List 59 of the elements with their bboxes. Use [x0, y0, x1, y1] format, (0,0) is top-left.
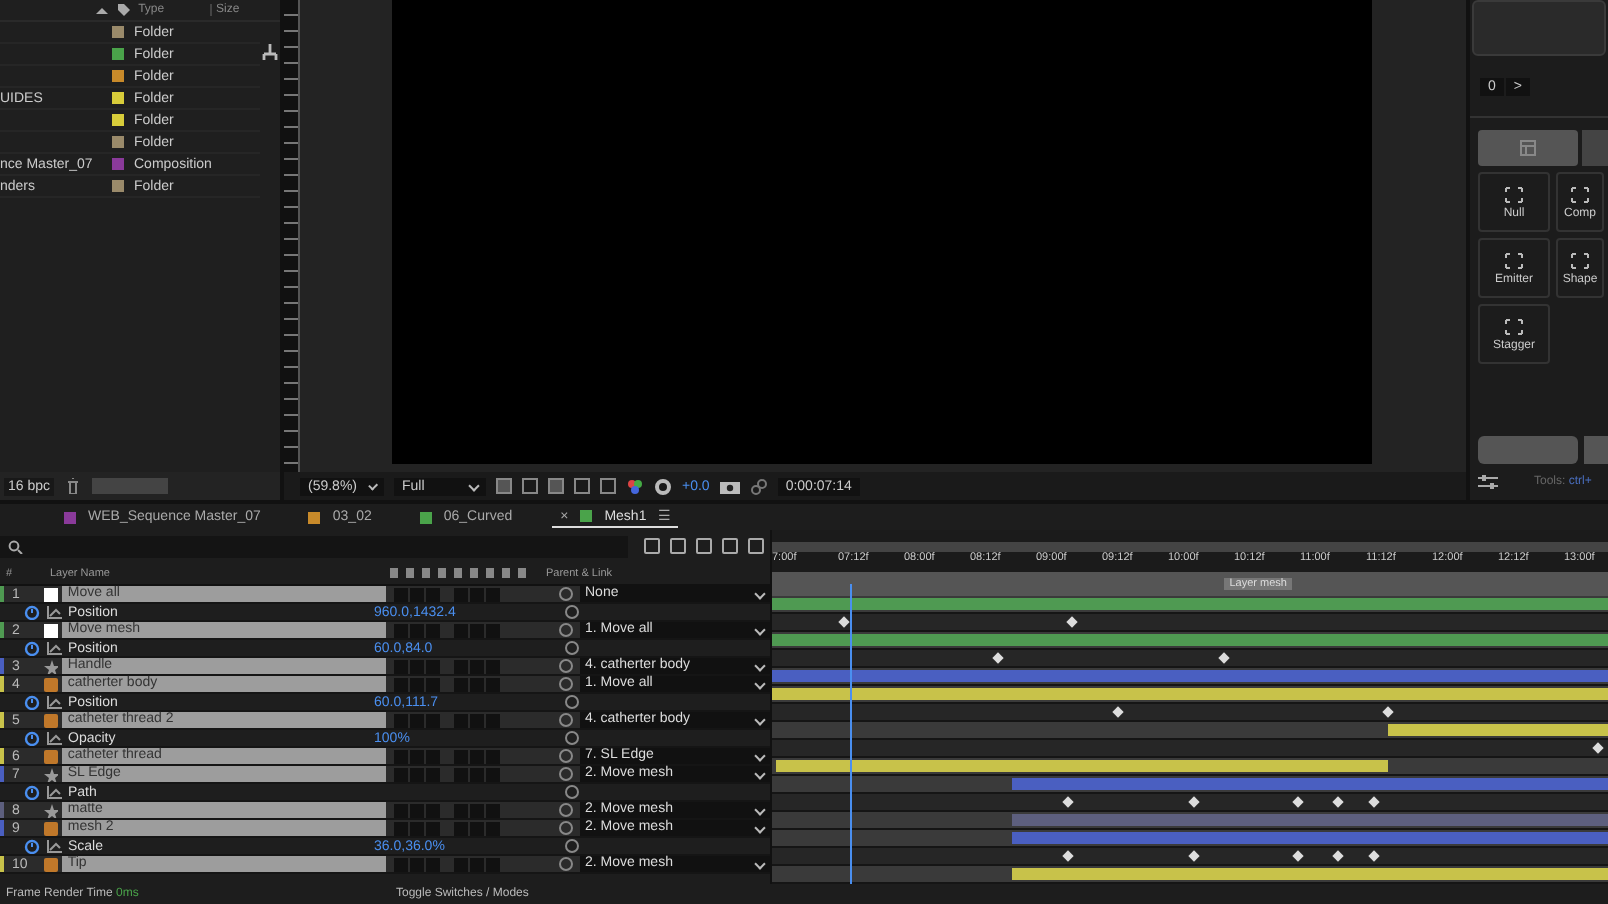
search-icon [8, 539, 26, 553]
stopwatch-icon[interactable] [24, 604, 40, 620]
graph-icon[interactable] [46, 785, 62, 799]
color-channels-icon[interactable] [626, 477, 644, 495]
layout-icon [1520, 140, 1536, 156]
keyframe-icon[interactable] [1331, 850, 1343, 862]
frame-corners-icon [1504, 185, 1524, 203]
gear-icon[interactable] [654, 477, 672, 495]
panel-background [1472, 0, 1606, 56]
frame-corners-icon [1570, 251, 1590, 269]
keyframe-icon[interactable] [1381, 706, 1393, 718]
keyframe-icon[interactable] [1187, 796, 1199, 808]
trash-icon[interactable] [66, 478, 81, 494]
search-field[interactable] [0, 535, 628, 557]
footage-layer-icon [43, 821, 58, 835]
frame-corners-icon [1504, 317, 1524, 335]
keyframe-icon[interactable] [838, 616, 850, 628]
star-icon [43, 803, 58, 817]
flowchart-icon[interactable] [260, 44, 280, 60]
sliders-icon[interactable] [1478, 474, 1498, 490]
keyframe-icon[interactable] [1368, 796, 1380, 808]
keyframe-icon[interactable] [1063, 850, 1075, 862]
footage-layer-icon [43, 857, 58, 871]
solid-layer-icon [43, 587, 58, 601]
keyframe-icon[interactable] [1067, 616, 1079, 628]
footage-layer-icon [43, 749, 58, 763]
keyframe-icon[interactable] [1217, 652, 1230, 664]
graph-icon[interactable] [46, 695, 62, 709]
link-icon[interactable] [749, 477, 768, 495]
camera-icon[interactable] [719, 478, 740, 494]
keyframe-icon[interactable] [1293, 850, 1305, 862]
stopwatch-icon[interactable] [24, 838, 40, 854]
keyframe-icon[interactable] [1592, 742, 1604, 754]
footage-layer-icon [43, 677, 58, 691]
keyframe-icon[interactable] [992, 652, 1004, 664]
keyframe-icon[interactable] [1113, 706, 1125, 718]
keyframe-icon[interactable] [1368, 850, 1380, 862]
star-icon [43, 659, 58, 673]
graph-icon[interactable] [46, 731, 62, 745]
sort-arrow-icon[interactable] [96, 7, 108, 13]
solid-layer-icon [43, 623, 58, 637]
label-tag-icon [116, 2, 131, 18]
graph-icon[interactable] [46, 641, 62, 655]
layout-tab[interactable] [1478, 130, 1578, 166]
stopwatch-icon[interactable] [24, 640, 40, 656]
stopwatch-icon[interactable] [24, 784, 40, 800]
footage-layer-icon [43, 713, 58, 727]
keyframe-icon[interactable] [1331, 796, 1343, 808]
frame-corners-icon [1570, 185, 1590, 203]
stopwatch-icon[interactable] [24, 694, 40, 710]
graph-icon[interactable] [46, 605, 62, 619]
frame-corners-icon [1504, 251, 1524, 269]
star-icon [43, 767, 58, 781]
stopwatch-icon[interactable] [24, 730, 40, 746]
graph-icon[interactable] [46, 839, 62, 853]
keyframe-icon[interactable] [1063, 796, 1075, 808]
keyframe-icon[interactable] [1187, 850, 1199, 862]
search-field[interactable] [92, 478, 169, 494]
keyframe-icon[interactable] [1293, 796, 1305, 808]
